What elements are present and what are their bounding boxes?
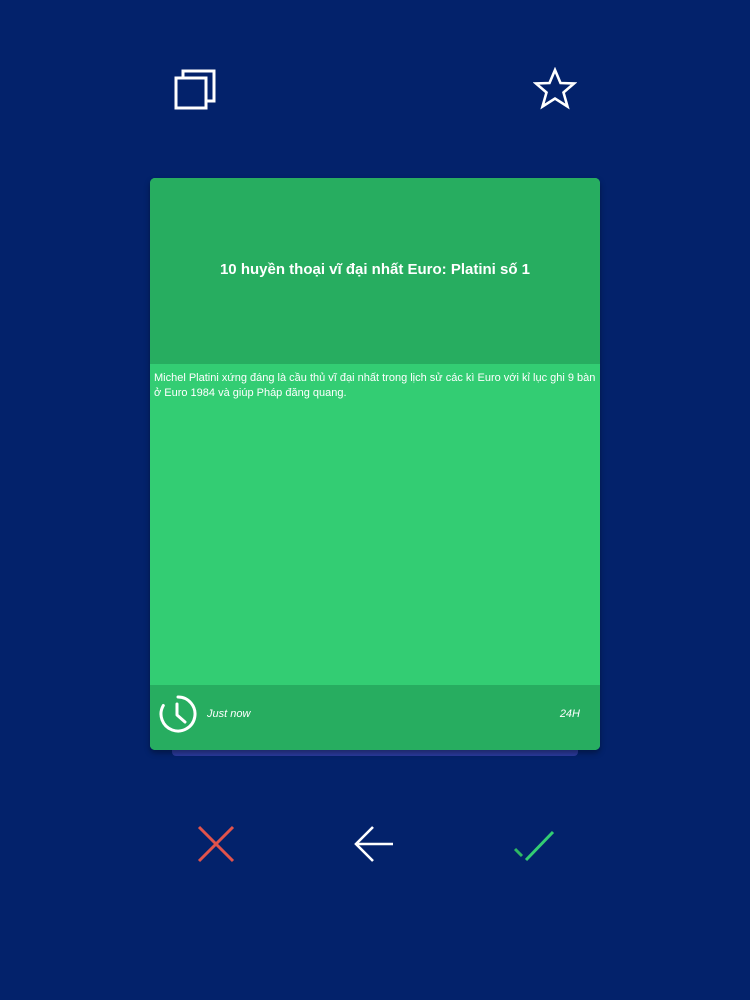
news-card[interactable]: 10 huyền thoại vĩ đại nhất Euro: Platini… xyxy=(150,178,600,750)
card-duration: 24H xyxy=(559,708,580,720)
check-icon xyxy=(513,830,555,862)
clock-icon xyxy=(159,695,197,733)
card-time: Just now xyxy=(207,708,251,720)
app-screen: 10 huyền thoại vĩ đại nhất Euro: Platini… xyxy=(0,0,750,1000)
card-footer: Just now 24H xyxy=(150,685,600,750)
favorite-button[interactable] xyxy=(527,61,583,117)
close-icon xyxy=(197,825,235,863)
card-title: 10 huyền thoại vĩ đại nhất Euro: Platini… xyxy=(219,261,531,278)
accept-button[interactable] xyxy=(506,816,562,872)
card-description: Michel Platini xứng đáng là cầu thủ vĩ đ… xyxy=(154,372,596,399)
back-button[interactable] xyxy=(346,816,402,872)
copy-icon xyxy=(174,69,216,110)
card-header: 10 huyền thoại vĩ đại nhất Euro: Platini… xyxy=(150,178,600,364)
reject-button[interactable] xyxy=(188,816,244,872)
copy-button[interactable] xyxy=(167,61,223,117)
star-outline-icon xyxy=(533,67,577,110)
card-body: Michel Platini xứng đáng là cầu thủ vĩ đ… xyxy=(150,364,600,685)
arrow-left-icon xyxy=(354,826,393,862)
